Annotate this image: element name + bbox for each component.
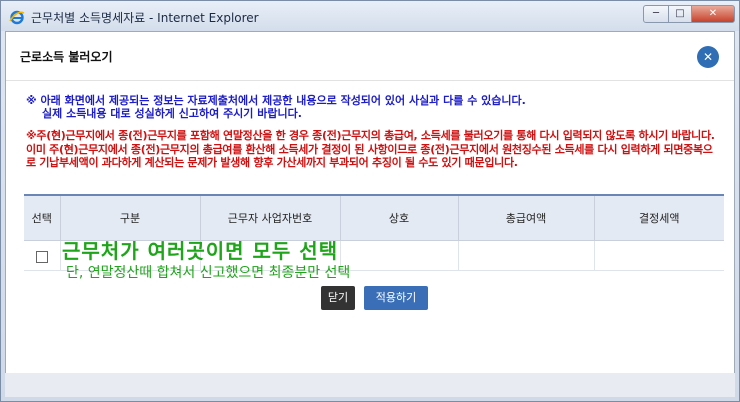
browser-window: 근무처별 소득명세자료 - Internet Explorer ─ □ ✕ 근로… bbox=[0, 0, 740, 402]
header-select: 선택 bbox=[24, 194, 60, 241]
header-company-name: 상호 bbox=[339, 194, 458, 241]
annotation-sub: 단, 연말정산때 합쳐서 신고했으면 최종분만 선택 bbox=[66, 265, 351, 281]
modal-title: 근로소득 불러오기 bbox=[20, 50, 113, 64]
notice-line-1: ※ 아래 화면에서 제공되는 정보는 자료제출처에서 제공한 내용으로 작성되어… bbox=[26, 94, 526, 107]
apply-button[interactable]: 적용하기 bbox=[364, 286, 428, 310]
modal-header: 근로소득 불러오기 ✕ bbox=[6, 32, 734, 81]
header-determined-tax: 결정세액 bbox=[593, 194, 724, 241]
modal-close-button[interactable]: ✕ bbox=[697, 46, 719, 68]
table-header-row: 선택 구분 근무자 사업자번호 상호 총급여액 결정세액 bbox=[24, 194, 724, 241]
window-title: 근무처별 소득명세자료 - Internet Explorer bbox=[31, 11, 259, 25]
minimize-button[interactable]: ─ bbox=[643, 5, 669, 23]
close-button[interactable]: 닫기 bbox=[321, 286, 355, 310]
maximize-button[interactable]: □ bbox=[668, 5, 692, 23]
window-close-button[interactable]: ✕ bbox=[691, 5, 735, 23]
annotation-main: 근무처가 여러곳이면 모두 선택 bbox=[62, 239, 339, 263]
info-notice: ※ 아래 화면에서 제공되는 정보는 자료제출처에서 제공한 내용으로 작성되어… bbox=[26, 94, 716, 120]
row-checkbox[interactable] bbox=[35, 250, 48, 263]
horizontal-scrollbar[interactable] bbox=[5, 373, 735, 397]
header-business-number: 근무자 사업자번호 bbox=[199, 194, 340, 241]
header-category: 구분 bbox=[59, 194, 200, 241]
notice-line-2: 실제 소득내용 대로 성실하게 신고하여 주시기 바랍니다. bbox=[42, 107, 302, 120]
page-content: 근로소득 불러오기 ✕ ※ 아래 화면에서 제공되는 정보는 자료제출처에서 제… bbox=[5, 31, 735, 397]
title-bar: 근무처별 소득명세자료 - Internet Explorer ─ □ ✕ bbox=[1, 1, 739, 31]
warning-notice: ※주(현)근무지에서 종(전)근무지를 포함해 연말정산을 한 경우 종(전)근… bbox=[26, 129, 715, 169]
internet-explorer-icon bbox=[9, 10, 25, 25]
header-total-salary: 총급여액 bbox=[457, 194, 594, 241]
